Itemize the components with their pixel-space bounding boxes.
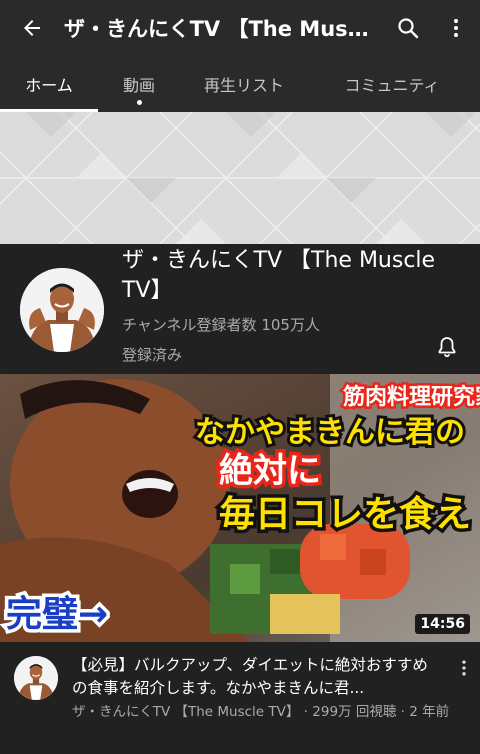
video-channel-avatar[interactable] — [14, 656, 58, 700]
caption-name: なかやまきんに君の — [195, 415, 465, 450]
subscriber-count: チャンネル登録者数 105万人 — [122, 316, 320, 334]
bell-icon — [438, 337, 456, 358]
search-button[interactable] — [384, 0, 432, 56]
video-title[interactable]: 【必見】バルクアップ、ダイエットに絶対おすすめの食事を紹介します。なかやまきんに… — [72, 654, 442, 700]
tab-community[interactable]: コミュニティ — [308, 56, 476, 112]
channel-name: ザ・きんにくTV 【The Muscle TV】 — [122, 248, 436, 303]
caption-absolutely: 絶対に — [219, 451, 321, 491]
new-content-dot — [137, 100, 142, 105]
tab-label: コミュニティ — [344, 76, 440, 95]
back-button[interactable] — [0, 0, 64, 56]
notification-bell-button[interactable] — [432, 332, 462, 362]
tab-label: 再生リスト — [203, 76, 284, 95]
search-icon — [398, 18, 419, 39]
caption-perfect: 完璧→ — [6, 593, 108, 635]
tab-videos[interactable]: 動画 — [98, 56, 180, 112]
tab-home[interactable]: ホーム — [0, 56, 98, 112]
video-metadata: ザ・きんにくTV 【The Muscle TV】 · 299万 回視聴 · 2 … — [72, 704, 450, 720]
channel-title: ザ・きんにくTV 【The Muscle TV】 — [64, 17, 384, 41]
avatar-portrait — [20, 268, 104, 352]
channel-avatar[interactable] — [20, 268, 104, 352]
channel-tabs: ホーム 動画 再生リスト コミュニティ — [0, 56, 480, 112]
arrow-left-icon — [24, 20, 40, 36]
tab-label: ホーム — [25, 76, 73, 95]
video-info: 【必見】バルクアップ、ダイエットに絶対おすすめの食事を紹介します。なかやまきんに… — [0, 642, 480, 754]
banner-pattern — [0, 112, 480, 244]
channel-banner — [0, 112, 480, 244]
avatar-portrait-small — [14, 656, 58, 700]
more-vertical-icon — [454, 19, 458, 37]
caption-researcher: 筋肉料理研究家 — [342, 384, 480, 410]
tab-label: 動画 — [122, 76, 155, 95]
thumbnail-image: 筋肉料理研究家 なかやまきんに君の 絶対に 毎日コレを食え 完璧→ — [0, 374, 480, 642]
video-thumbnail[interactable]: 筋肉料理研究家 なかやまきんに君の 絶対に 毎日コレを食え 完璧→ 14:56 — [0, 374, 480, 642]
more-options-button[interactable] — [432, 0, 480, 56]
tab-playlists[interactable]: 再生リスト — [180, 56, 308, 112]
video-more-button[interactable] — [452, 656, 476, 680]
channel-header: ザ・きんにくTV 【The Muscle TV】 チャンネル登録者数 105万人… — [0, 244, 480, 374]
caption-eat-daily: 毎日コレを食え — [219, 494, 471, 535]
app-bar: ザ・きんにくTV 【The Muscle TV】 — [0, 0, 480, 56]
subscribed-status[interactable]: 登録済み — [122, 344, 182, 365]
video-duration-badge: 14:56 — [415, 614, 470, 634]
more-vertical-icon — [462, 660, 466, 676]
